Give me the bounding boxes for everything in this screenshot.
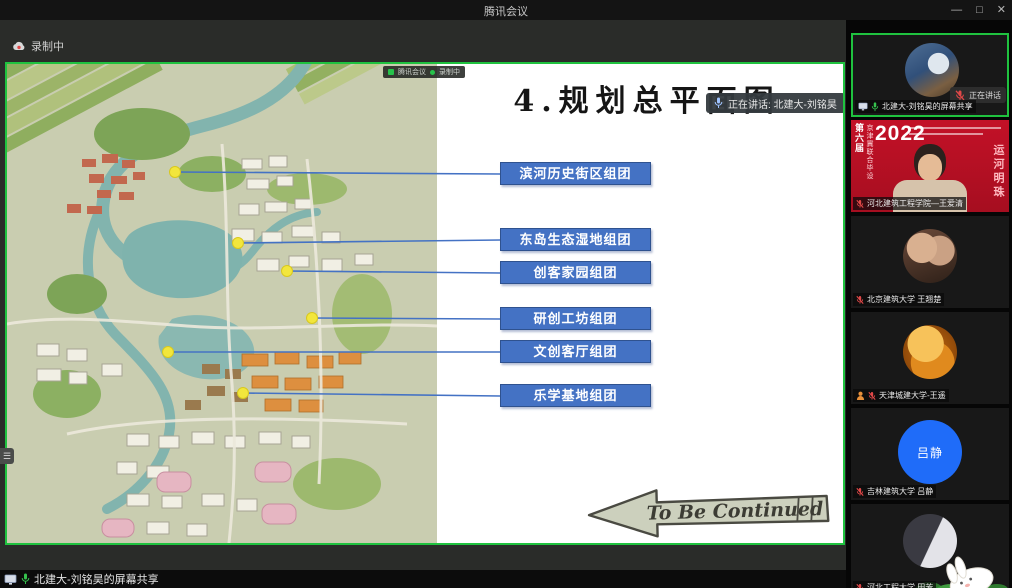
side-panel-handle[interactable]: ☰ (0, 448, 14, 464)
mic-on-icon (21, 573, 30, 585)
participant-name: 河北工程大学 田芳 (867, 582, 933, 588)
participant-name: 北建大-刘铭昊的屏幕共享 (882, 101, 973, 112)
mic-muted-icon (856, 295, 864, 305)
to-be-continued-arrow: To Be Continued (583, 484, 835, 540)
banner-theme-text: 运河明珠 (990, 144, 1006, 200)
banner-event-text: 京津冀联合毕设 (864, 124, 874, 180)
recording-label: 录制中 (31, 38, 64, 54)
shared-screen: 4.规划总平面图 腾讯会议 录制中 正在讲话: 北建大-刘铭昊 滨河历史街区组团… (5, 62, 845, 545)
participant-name: 北京建筑大学 王翘楚 (867, 294, 941, 305)
label-research-workshop: 研创工坊组团 (500, 307, 651, 330)
maximize-button[interactable]: □ (976, 0, 983, 20)
mic-muted-icon (856, 199, 864, 209)
window-controls: — □ ✕ (951, 0, 1006, 20)
mic-muted-icon (955, 90, 965, 101)
participant-tile-wangyao[interactable]: 天津城建大学-王遥 (851, 312, 1009, 404)
person-icon (856, 391, 865, 401)
participant-name-tag: 吉林建筑大学 吕静 (853, 485, 936, 498)
microphone-icon (714, 97, 723, 109)
bottom-statusbar: 北建大-刘铭昊的屏幕共享 (0, 570, 846, 588)
label-maker-home: 创客家园组团 (500, 261, 651, 284)
participant-name-tag: 北建大-刘铭昊的屏幕共享 (855, 100, 976, 113)
banner-year: 2022 (875, 122, 926, 146)
meeting-app-icon (388, 69, 394, 75)
share-floating-toolbar[interactable]: 腾讯会议 录制中 (383, 66, 465, 78)
share-toolbar-recording-label: 录制中 (439, 67, 460, 77)
to-be-continued-text: To Be Continued (646, 498, 823, 525)
participant-name: 吉林建筑大学 吕静 (867, 486, 933, 497)
tencent-meeting-window: 腾讯会议 — □ ✕ 录制中 (0, 0, 1012, 588)
participant-name-tag: 河北建筑工程学院—王爱清 (853, 197, 966, 210)
screen-share-icon (858, 102, 868, 111)
screen-share-icon (4, 574, 17, 585)
participant-tile-wangaiqing[interactable]: 2022 第六届 京津冀联合毕设 运河明珠 河北建筑工程学院—王爱清 (851, 120, 1009, 212)
participant-name: 天津城建大学-王遥 (879, 390, 946, 401)
participant-tile-tianfang[interactable]: 河北工程大学 田芳 (851, 504, 1009, 588)
recording-dot-icon (430, 70, 435, 75)
participant-tile-lvjing[interactable]: 吕静 吉林建筑大学 吕静 (851, 408, 1009, 500)
cloud-record-icon (12, 41, 26, 52)
main-stage: 录制中 (0, 20, 846, 588)
label-dongdao-wetland: 东岛生态湿地组团 (500, 228, 651, 251)
participant-tile-wangqiaochu[interactable]: 北京建筑大学 王翘楚 (851, 216, 1009, 308)
mic-muted-icon (856, 487, 864, 497)
participant-name-tag: 天津城建大学-王遥 (853, 389, 949, 402)
label-cultural-lounge: 文创客厅组团 (500, 340, 651, 363)
label-learning-base: 乐学基地组团 (500, 384, 651, 407)
close-button[interactable]: ✕ (997, 0, 1006, 20)
mic-on-icon (871, 102, 879, 112)
recording-indicator: 录制中 (12, 38, 64, 54)
mic-muted-icon (856, 583, 864, 588)
campus-master-plan-map (7, 64, 437, 543)
speaker-silhouette (918, 154, 942, 181)
active-speaker-text: 正在讲话: 北建大-刘铭昊 (728, 96, 837, 111)
window-titlebar: 腾讯会议 — □ ✕ (0, 0, 1012, 20)
minimize-button[interactable]: — (951, 0, 962, 20)
participants-sidebar: 正在讲话 北建大-刘铭昊的屏幕共享 2022 (846, 20, 1012, 588)
avatar (903, 229, 957, 283)
active-speaker-banner: 正在讲话: 北建大-刘铭昊 (706, 93, 845, 113)
participant-name-tag: 河北工程大学 田芳 (853, 581, 936, 588)
statusbar-share-label: 北建大-刘铭昊的屏幕共享 (34, 571, 159, 587)
speaking-status-text: 正在讲话 (969, 90, 1001, 101)
participant-tile-sharer[interactable]: 正在讲话 北建大-刘铭昊的屏幕共享 (851, 33, 1009, 117)
participant-name-tag: 北京建筑大学 王翘楚 (853, 293, 944, 306)
avatar (903, 325, 957, 379)
avatar-initials: 吕静 (898, 420, 962, 484)
participant-name: 河北建筑工程学院—王爱清 (867, 198, 963, 209)
label-binhe-historic-district: 滨河历史街区组团 (500, 162, 651, 185)
window-title: 腾讯会议 (0, 3, 1012, 19)
mic-muted-icon (868, 391, 876, 401)
share-toolbar-app-label: 腾讯会议 (398, 67, 426, 77)
